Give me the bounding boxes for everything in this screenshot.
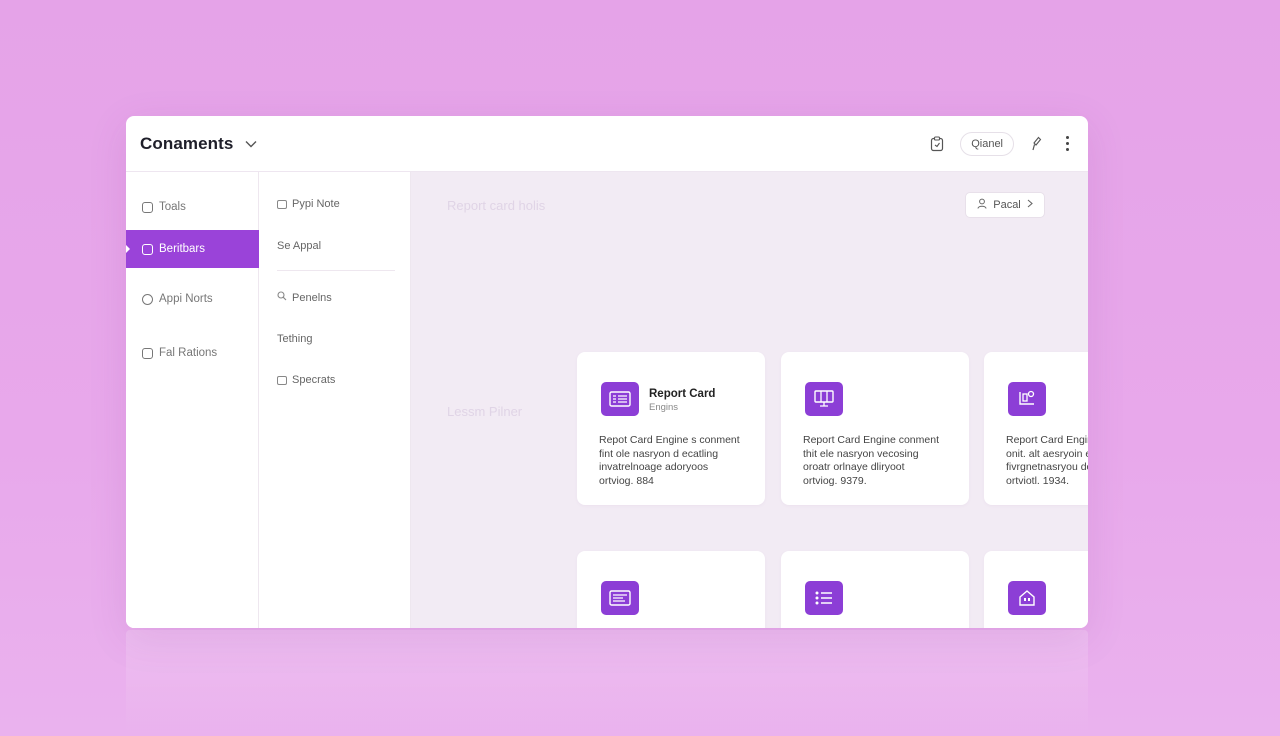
sub-navigation: Pypi Note Se Appal Penelns Tething Specr… [259, 172, 411, 628]
card-description-line: invatrelnoage adoryoos [599, 461, 709, 473]
document-icon [142, 347, 153, 359]
subnav-item[interactable]: Penelns [277, 291, 332, 304]
report-card[interactable]: Repot Card Engine conmentfint ole nesryo… [577, 551, 765, 628]
report-list-icon [601, 382, 639, 416]
sidebar-item-tools[interactable]: Toals [126, 188, 259, 226]
subnav-item[interactable]: Se Appal [277, 240, 321, 252]
app-title: Conaments [140, 133, 234, 153]
settings-icon [142, 243, 153, 255]
card-description-line: fint ole nasryon d ecatling [599, 447, 719, 460]
card-description-line: Report Card Engine conment [803, 434, 939, 446]
user-icon [977, 198, 987, 212]
report-card[interactable]: Report Card Engine s conmentonit. alt ae… [984, 352, 1088, 505]
sidebar-item-active[interactable]: Beritbars [126, 230, 259, 268]
sidebar-item-appi[interactable]: Appi Norts [126, 280, 259, 318]
search-icon [277, 291, 287, 304]
card-description: Repot Card Engine s conment fint ole nasr… [599, 434, 755, 488]
subnav-item[interactable]: Pypi Note [277, 198, 340, 210]
window-reflection [126, 630, 1088, 736]
card-header: Report Card Engins [649, 388, 715, 413]
sidebar: Toals Beritbars Appi Norts Fal Rations [126, 172, 259, 628]
subnav-item-label: Pypi Note [292, 198, 340, 210]
monitor-icon [805, 382, 843, 416]
filter-button[interactable]: Pacal [965, 192, 1045, 218]
clipboard-icon[interactable] [928, 135, 946, 153]
sidebar-item-label: Beritbars [159, 243, 206, 255]
home-icon [142, 201, 153, 213]
chevron-down-icon[interactable] [245, 138, 257, 150]
sidebar-item-rations[interactable]: Fal Rations [126, 334, 259, 372]
subnav-item-label: Se Appal [277, 240, 322, 252]
subnav-item-label: Penelns [292, 291, 332, 304]
card-description-line: Repot Card Engine s conment [599, 434, 740, 446]
card-description-line: thit ele nasryon vecosing [803, 447, 919, 460]
sidebar-item-label: Toals [159, 201, 186, 213]
sidebar-item-label: Fal Rations [159, 347, 218, 359]
checklist-icon [601, 581, 639, 615]
subnav-divider [277, 270, 395, 271]
channel-pill-button[interactable]: Qianel [960, 131, 1014, 156]
subnav-item[interactable]: Specrats [277, 374, 335, 386]
card-subtitle: Engins [649, 402, 679, 413]
card-title: Report Card [649, 388, 716, 400]
shield-icon [277, 375, 287, 385]
card-description-line: ortviotl. 1934. [1006, 474, 1070, 487]
list-icon [277, 199, 287, 209]
card-description-line: fivrgnetnasryou dorysor [1006, 461, 1088, 473]
chevron-right-icon [1027, 199, 1033, 211]
filter-label: Pacal [993, 199, 1021, 211]
title-actions: Qianel [928, 131, 1074, 156]
card-description-line: onit. alt aesryoin essetting [1006, 447, 1088, 460]
subnav-item-label: Specrats [292, 374, 336, 386]
microphone-icon[interactable] [1028, 135, 1046, 153]
circle-icon [142, 293, 153, 305]
card-description-line: ortviog. 884 [599, 474, 654, 487]
card-description: Report Card Engine conment thit ele nasry… [803, 434, 959, 488]
title-bar: Conaments Qianel [126, 116, 1088, 172]
section-title: Lessm Pilner [447, 404, 523, 419]
report-card[interactable]: Thes Cad Egiirse a connentfor me nasryon… [781, 551, 969, 628]
section-title: Report card holis [447, 198, 546, 213]
card-description-line: oroatr orlnaye dliryoot [803, 461, 905, 473]
sidebar-item-label: Appi Norts [159, 293, 213, 305]
card-description-line: ortviog. 9379. [803, 474, 867, 487]
subnav-item-label: Tething [277, 333, 313, 345]
report-card[interactable]: Eerart Card Engines conmntonit alt aesry… [984, 551, 1088, 628]
card-description: Report Card Engine s conmentonit. alt ae… [1006, 434, 1088, 488]
more-options-icon[interactable] [1060, 135, 1074, 153]
subnav-item[interactable]: Tething [277, 333, 312, 345]
main-content: Report card holis Pacal Report Card Engin… [411, 172, 1088, 628]
building-icon [1008, 581, 1046, 615]
card-description-line: Report Card Engine s conment [1006, 434, 1088, 446]
app-window: Conaments Qianel Toals Beritbars Appi No… [126, 116, 1088, 628]
report-card[interactable]: Report Card Engins Repot Card Engine s con… [577, 352, 765, 505]
chart-icon [1008, 382, 1046, 416]
report-card[interactable]: Report Card Engine conment thit ele nasry… [781, 352, 969, 505]
bullet-list-icon [805, 581, 843, 615]
